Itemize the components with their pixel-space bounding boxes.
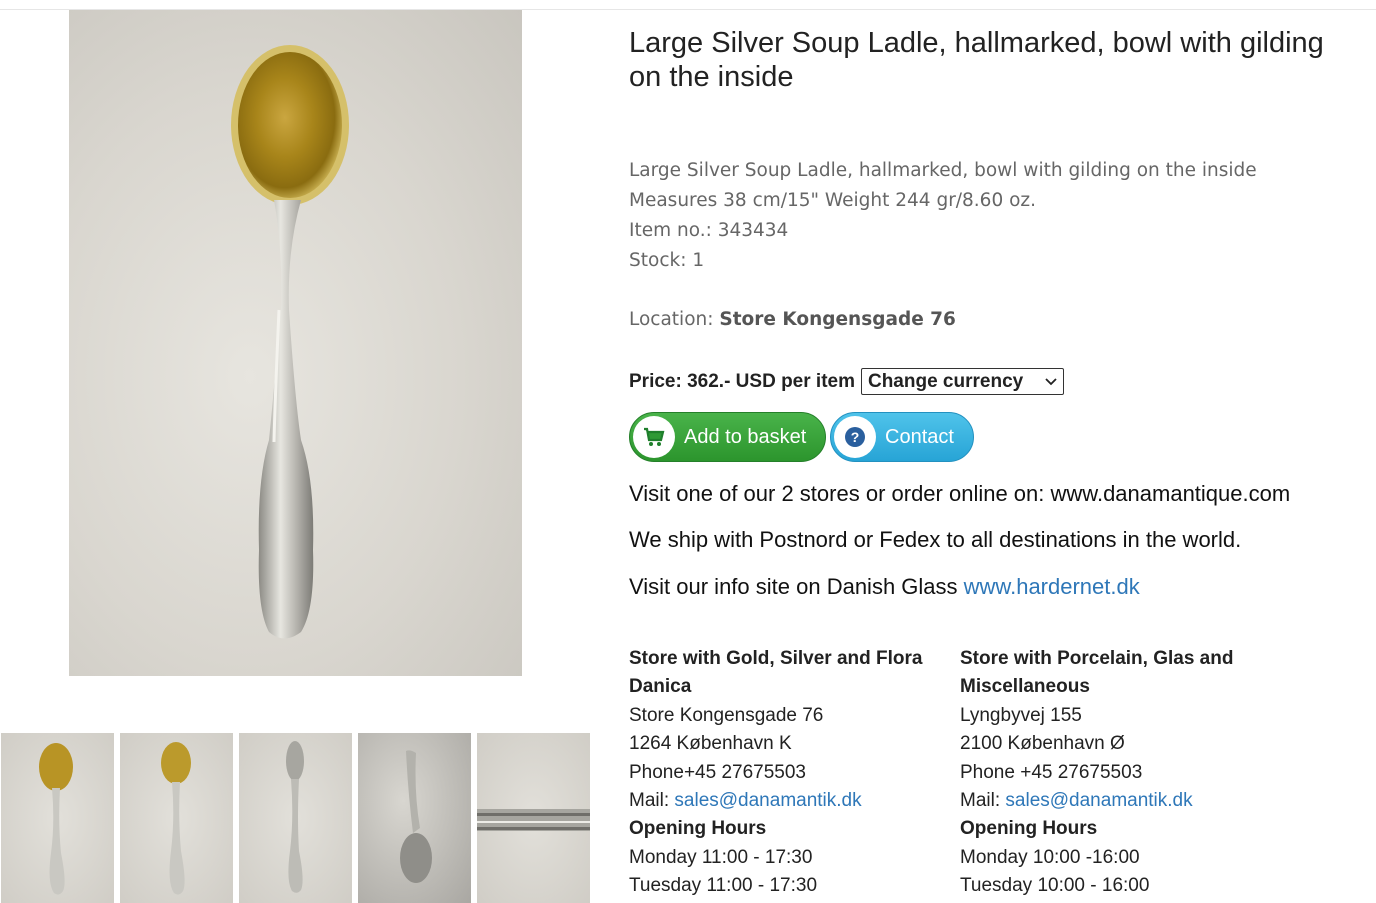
opening-hours-title: Opening Hours <box>960 818 1098 840</box>
price-label: Price: 362.- USD per item <box>629 370 855 392</box>
mail-label: Mail: <box>629 790 675 812</box>
location-label: Location: <box>629 309 714 330</box>
question-icon: ? <box>834 416 876 458</box>
opening-hours-title: Opening Hours <box>629 818 767 840</box>
store-address: Store Kongensgade 76 <box>629 704 824 726</box>
mail-link[interactable]: sales@danamantik.dk <box>674 790 861 811</box>
store-name: Store with Porcelain, Glas and Miscellan… <box>960 648 1234 698</box>
store-city: 2100 København Ø <box>960 733 1125 755</box>
description-line: Large Silver Soup Ladle, hallmarked, bow… <box>629 160 1257 181</box>
store-mail: Mail: sales@danamantik.dk <box>629 787 949 815</box>
product-title: Large Silver Soup Ladle, hallmarked, bow… <box>629 27 1324 93</box>
opening-hours-monday: Monday 11:00 - 17:30 <box>629 846 813 868</box>
opening-hours-tuesday: Tuesday 11:00 - 17:30 <box>629 875 818 897</box>
store-phone: Phone+45 27675503 <box>629 761 806 783</box>
glass-info: Visit our info site on Danish Glass www.… <box>629 574 1140 600</box>
thumbnail-1[interactable] <box>1 733 114 903</box>
currency-select-value: Change currency <box>867 370 1024 392</box>
currency-select[interactable]: Change currency <box>860 368 1064 395</box>
price-row: Price: 362.- USD per item Change currenc… <box>629 368 1064 395</box>
contact-button[interactable]: ? Contact <box>830 412 974 462</box>
product-description: Large Silver Soup Ladle, hallmarked, bow… <box>629 156 1329 276</box>
location-value: Store Kongensgade 76 <box>719 309 956 330</box>
store-name: Store with Gold, Silver and Flora Danica <box>629 648 923 698</box>
store-city: 1264 København K <box>629 733 792 755</box>
store-lyngbyvej: Store with Porcelain, Glas and Miscellan… <box>960 645 1280 901</box>
thumbnail-5[interactable] <box>477 733 590 903</box>
mail-link[interactable]: sales@danamantik.dk <box>1005 790 1192 811</box>
contact-label: Contact <box>885 425 954 448</box>
opening-hours-monday: Monday 10:00 -16:00 <box>960 846 1140 868</box>
store-mail: Mail: sales@danamantik.dk <box>960 787 1280 815</box>
add-to-basket-button[interactable]: Add to basket <box>629 412 826 462</box>
store-address: Lyngbyvej 155 <box>960 704 1082 726</box>
location-line: Location: Store Kongensgade 76 <box>629 305 956 335</box>
svg-text:?: ? <box>851 429 860 445</box>
glass-info-text: Visit our info site on Danish Glass <box>629 574 964 599</box>
mail-label: Mail: <box>960 790 1006 812</box>
stores-info: Visit one of our 2 stores or order onlin… <box>629 481 1291 506</box>
cart-icon <box>633 416 675 458</box>
add-to-basket-label: Add to basket <box>684 425 807 448</box>
shipping-info: We ship with Postnord or Fedex to all de… <box>629 527 1242 552</box>
hardernet-link[interactable]: www.hardernet.dk <box>964 574 1140 599</box>
thumbnail-2[interactable] <box>120 733 233 903</box>
item-number: Item no.: 343434 <box>629 220 789 241</box>
chevron-down-icon <box>1045 375 1057 389</box>
main-product-image[interactable] <box>69 10 522 676</box>
measures-line: Measures 38 cm/15" Weight 244 gr/8.60 oz… <box>629 190 1037 211</box>
thumbnail-4[interactable] <box>358 733 471 903</box>
opening-hours-tuesday: Tuesday 10:00 - 16:00 <box>960 875 1150 897</box>
store-phone: Phone +45 27675503 <box>960 761 1143 783</box>
thumbnail-3[interactable] <box>239 733 352 903</box>
store-kongensgade: Store with Gold, Silver and Flora Danica… <box>629 645 949 901</box>
stock-count: Stock: 1 <box>629 250 705 271</box>
